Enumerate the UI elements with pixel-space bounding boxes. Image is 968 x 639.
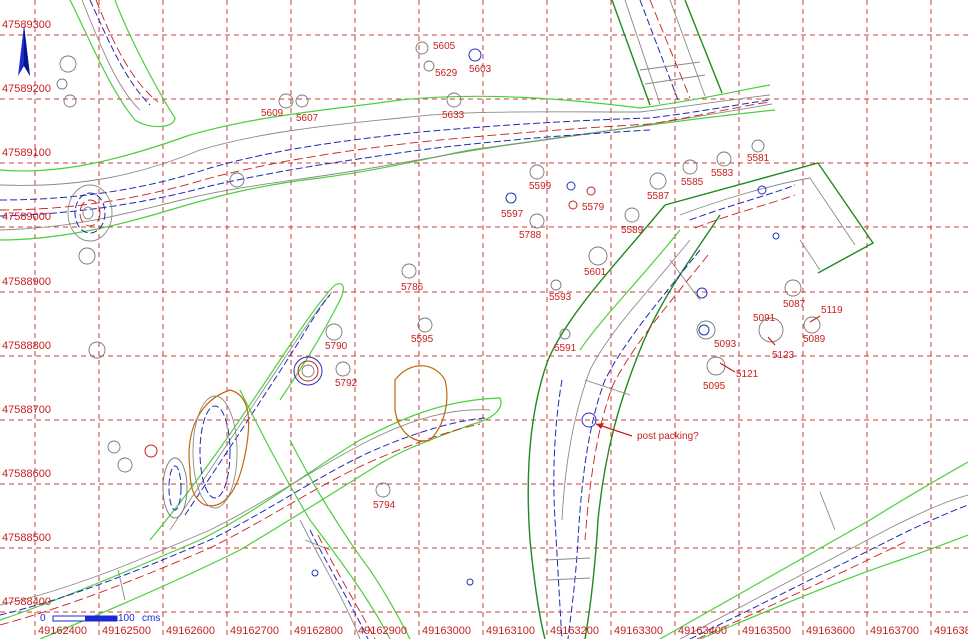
x-axis-label: 4916380 <box>934 625 968 637</box>
ditch-south-diagonal <box>239 389 411 639</box>
north-arrow-icon <box>18 25 30 76</box>
x-axis-label: 49163100 <box>486 625 535 637</box>
x-axis-label: 49163600 <box>806 625 855 637</box>
feature-label: 5589 <box>621 225 644 236</box>
feature-label: 5583 <box>711 168 734 179</box>
y-axis-label: 47588700 <box>2 404 51 416</box>
site-plan-map: 0 100 cms 49162400 49162500 49162600 491627… <box>0 0 968 639</box>
feature-label: 5790 <box>325 341 348 352</box>
feature-label: 5599 <box>529 181 552 192</box>
y-axis-label: 47588900 <box>2 276 51 288</box>
ditch-southwest <box>149 283 344 541</box>
feature-label: 5788 <box>519 230 542 241</box>
x-axis-label: 49163500 <box>742 625 791 637</box>
scale-bar: 0 100 cms <box>40 613 160 624</box>
ditch-northwest <box>69 0 176 128</box>
y-axis-label: 47589300 <box>2 19 51 31</box>
x-axis-label: 49163400 <box>678 625 727 637</box>
feature-label: 5792 <box>335 378 358 389</box>
x-axis-label: 49162900 <box>358 625 407 637</box>
y-axis-label: 47588800 <box>2 340 51 352</box>
feature-label: 5579 <box>582 202 605 213</box>
y-axis-label: 47589200 <box>2 83 51 95</box>
feature-label: 5609 <box>261 108 284 119</box>
feature-label: 5093 <box>714 339 737 350</box>
x-axis-label: 49163700 <box>870 625 919 637</box>
feature-label: 5591 <box>554 343 577 354</box>
feature-label: 5601 <box>584 267 607 278</box>
y-axis-labels: 47589300 47589200 47589100 47589000 47588900… <box>2 19 51 608</box>
feature-label: 5119 <box>821 305 843 316</box>
feature-label: 5786 <box>401 282 424 293</box>
feature-label: 5607 <box>296 113 319 124</box>
scale-start: 0 <box>40 613 46 624</box>
x-axis-label: 49163300 <box>614 625 663 637</box>
feature-label: 5597 <box>501 209 524 220</box>
feature-label: 5121 <box>736 369 759 380</box>
x-axis-label: 49162400 <box>38 625 87 637</box>
annotation-post-packing: post packing? <box>637 431 699 442</box>
ditch-north <box>611 0 723 106</box>
feature-label: 5605 <box>433 41 456 52</box>
feature-label: 5095 <box>703 381 726 392</box>
x-axis-label: 49162600 <box>166 625 215 637</box>
feature-label: 5581 <box>747 153 770 164</box>
x-axis-label: 49163000 <box>422 625 471 637</box>
feature-label: 5587 <box>647 191 670 202</box>
feature-label: 5603 <box>469 64 492 75</box>
x-axis-label: 49162800 <box>294 625 343 637</box>
x-axis-labels: 49162400 49162500 49162600 49162700 49162800… <box>38 625 968 637</box>
feature-label: 5794 <box>373 500 396 511</box>
feature-label: 5633 <box>442 110 465 121</box>
feature-label: 5595 <box>411 334 434 345</box>
y-axis-label: 47588600 <box>2 468 51 480</box>
feature-label: 5091 <box>753 313 776 324</box>
x-axis-label: 49162500 <box>102 625 151 637</box>
feature-label: 5585 <box>681 177 704 188</box>
scale-end: 100 <box>118 613 135 624</box>
y-axis-label: 47589100 <box>2 147 51 159</box>
x-axis-label: 49163200 <box>550 625 599 637</box>
ring-feature-west <box>67 184 113 242</box>
x-axis-label: 49162700 <box>230 625 279 637</box>
feature-label: 5123 <box>772 350 795 361</box>
feature-label: 5593 <box>549 292 572 303</box>
y-axis-label: 47589000 <box>2 211 51 223</box>
feature-label: 5087 <box>783 299 806 310</box>
ditch-south-band <box>0 365 502 639</box>
ditch-central-diagonal <box>527 204 721 639</box>
scale-unit: cms <box>142 613 160 624</box>
y-axis-label: 47588500 <box>2 532 51 544</box>
feature-label: 5089 <box>803 334 826 345</box>
feature-label: 5629 <box>435 68 458 79</box>
y-axis-label: 47588400 <box>2 596 51 608</box>
